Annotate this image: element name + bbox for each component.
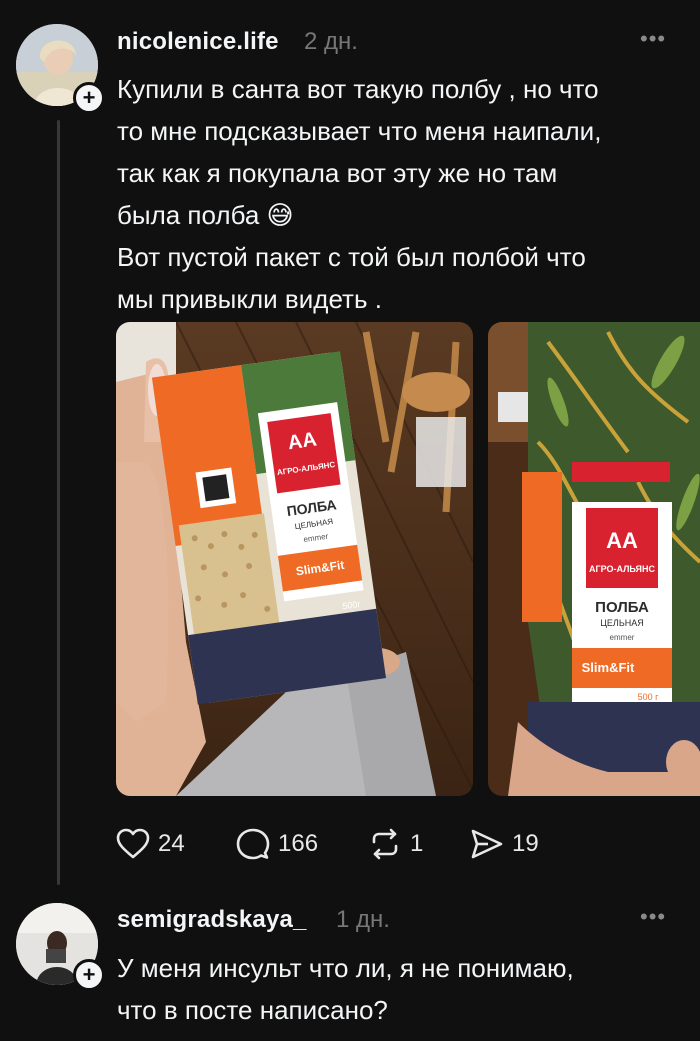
comment-button[interactable]: 166 [236, 828, 318, 860]
bag-series: Slim&Fit [582, 660, 635, 675]
repost-icon [368, 828, 402, 860]
reply-text-line: У меня инсульт что ли, я не понимаю, [117, 953, 574, 983]
comment-icon [236, 828, 270, 860]
bag-brand: АГРО-АЛЬЯНС [589, 564, 656, 574]
post-text-line: мы привыкли видеть . [117, 284, 382, 314]
post-time: 2 дн. [304, 28, 358, 55]
more-options-icon[interactable]: ••• [640, 904, 666, 930]
post-text: Купили в санта вот такую полбу , но что … [117, 68, 687, 320]
post-text-line: Вот пустой пакет с той был полбой что [117, 242, 586, 272]
thread-line [57, 120, 60, 885]
post-photo[interactable]: АА АГРО-АЛЬЯНС ПОЛБА ЦЕЛЬНАЯ emmer Slim&… [116, 322, 473, 796]
follow-plus-icon[interactable]: + [73, 959, 105, 991]
bag-subtitle: ЦЕЛЬНАЯ [600, 618, 643, 628]
comment-count: 166 [278, 830, 319, 857]
send-icon [470, 828, 504, 860]
post-text-line: так как я покупала вот эту же но там [117, 158, 558, 188]
username[interactable]: semigradskaya_ [117, 906, 307, 934]
bag-latin: emmer [610, 633, 635, 642]
svg-text:АА: АА [606, 528, 638, 553]
bag-weight: 500 г [638, 692, 660, 702]
like-button[interactable]: 24 [116, 828, 185, 860]
svg-text:АА: АА [286, 428, 318, 454]
repost-button[interactable]: 1 [368, 828, 423, 860]
share-button[interactable]: 19 [470, 828, 539, 860]
repost-count: 1 [410, 830, 424, 857]
follow-plus-icon[interactable]: + [73, 82, 105, 114]
post-text-line: Купили в санта вот такую полбу , но что [117, 74, 599, 104]
post-text-line: была полба 😅 [117, 200, 294, 230]
post-text-line: то мне подсказывает что меня наипали, [117, 116, 602, 146]
share-count: 19 [512, 830, 539, 857]
reply-text-line: что в посте написано? [117, 995, 388, 1025]
bag-product: ПОЛБА [595, 599, 649, 616]
post-photo[interactable]: АА АГРО-АЛЬЯНС ПОЛБА ЦЕЛЬНАЯ emmer Slim&… [488, 322, 700, 796]
more-options-icon[interactable]: ••• [640, 26, 666, 52]
reply-time: 1 дн. [336, 906, 390, 933]
username[interactable]: nicolenice.life [117, 28, 279, 56]
like-count: 24 [158, 830, 185, 857]
heart-icon [116, 828, 150, 860]
reply-text: У меня инсульт что ли, я не понимаю, что… [117, 947, 687, 1031]
